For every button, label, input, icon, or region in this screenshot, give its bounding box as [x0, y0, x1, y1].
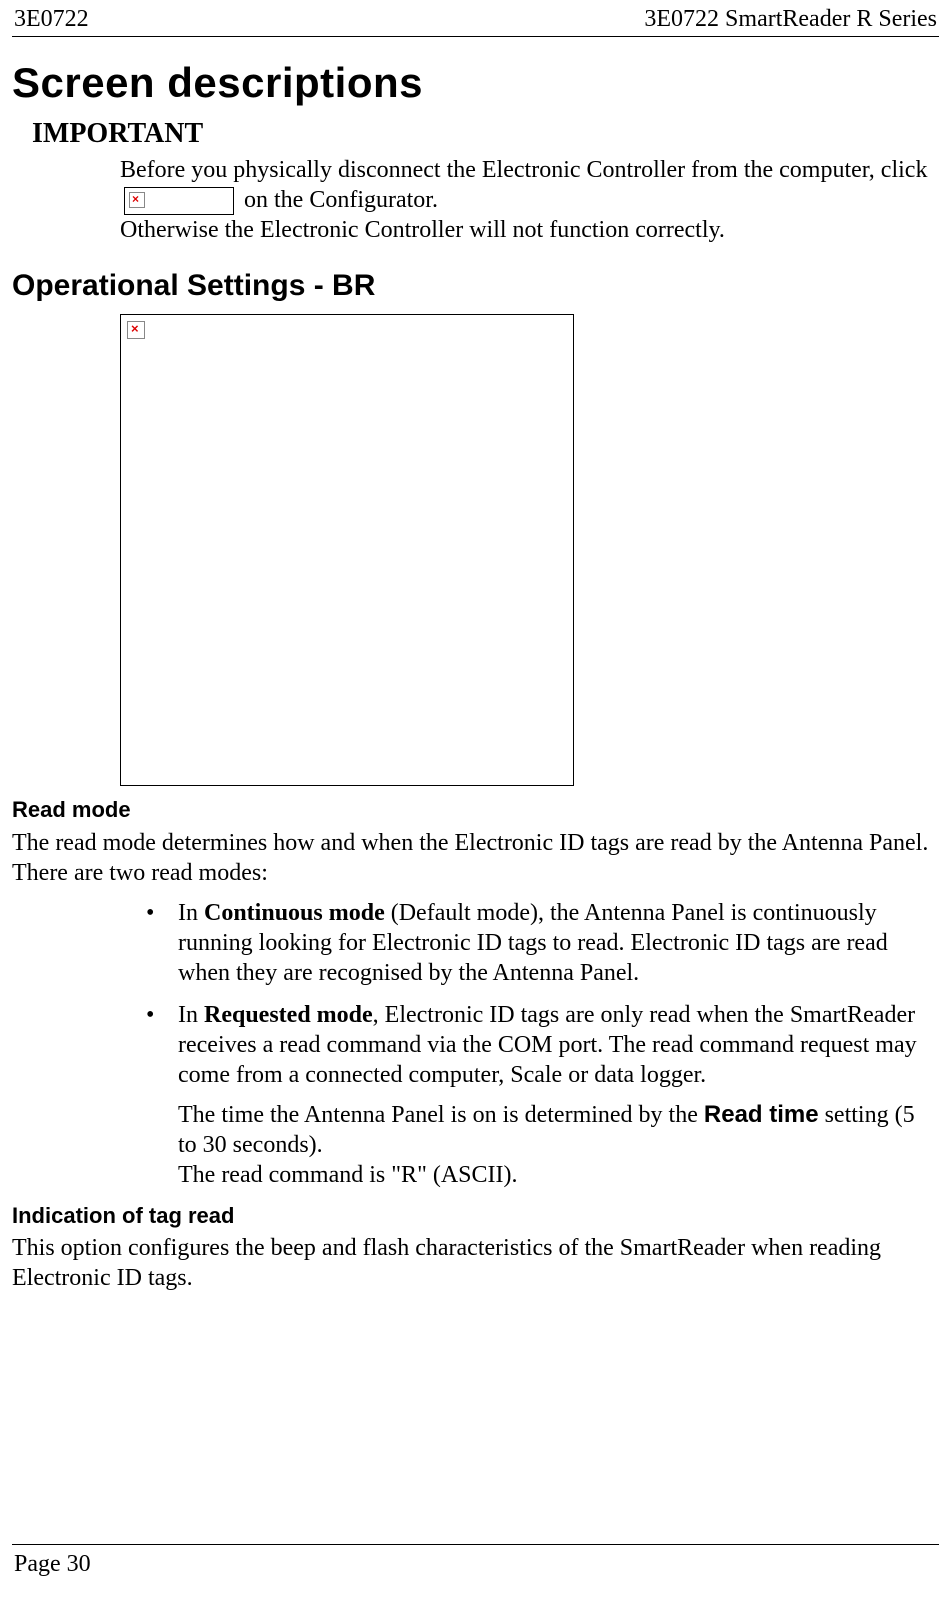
page-title: Screen descriptions	[12, 57, 939, 110]
document-page: 3E0722 3E0722 SmartReader R Series Scree…	[0, 0, 951, 1599]
sub1-pre: The time the Antenna Panel is on is dete…	[178, 1102, 704, 1128]
important-line2: Otherwise the Electronic Controller will…	[120, 217, 725, 243]
disconnect-button-image	[124, 187, 234, 215]
important-text-post: on the Configurator.	[244, 187, 438, 213]
section-heading-operational: Operational Settings - BR	[12, 267, 939, 305]
footer-rule	[12, 1544, 939, 1545]
list-item: In Requested mode, Electronic ID tags ar…	[120, 1000, 939, 1190]
read-mode-bullets: In Continuous mode (Default mode), the A…	[120, 898, 939, 1190]
important-body: Before you physically disconnect the Ele…	[120, 155, 935, 245]
running-header: 3E0722 3E0722 SmartReader R Series	[12, 4, 939, 36]
bullet2-sub2: The read command is "R" (ASCII).	[178, 1160, 939, 1190]
bullet1-pre: In	[178, 900, 204, 926]
page-content: Screen descriptions IMPORTANT Before you…	[12, 37, 939, 1293]
bullet2-sub1: The time the Antenna Panel is on is dete…	[178, 1100, 939, 1160]
important-text-pre: Before you physically disconnect the Ele…	[120, 157, 927, 183]
header-right: 3E0722 SmartReader R Series	[644, 4, 937, 34]
important-heading: IMPORTANT	[32, 116, 939, 151]
bullet2-pre: In	[178, 1002, 204, 1028]
page-footer: Page 30	[12, 1544, 939, 1579]
bullet2-bold: Requested mode	[204, 1002, 373, 1028]
indication-para: This option configures the beep and flas…	[12, 1233, 939, 1293]
list-item: In Continuous mode (Default mode), the A…	[120, 898, 939, 988]
subhead-indication: Indication of tag read	[12, 1202, 939, 1230]
page-number: Page 30	[14, 1549, 91, 1579]
bullet1-bold: Continuous mode	[204, 900, 385, 926]
subhead-read-mode: Read mode	[12, 796, 939, 824]
broken-image-icon	[129, 192, 145, 208]
read-mode-intro: The read mode determines how and when th…	[12, 828, 939, 888]
sub1-bold: Read time	[704, 1101, 819, 1128]
broken-image-icon	[127, 321, 145, 339]
operational-settings-figure	[120, 314, 574, 786]
header-left: 3E0722	[14, 4, 89, 34]
